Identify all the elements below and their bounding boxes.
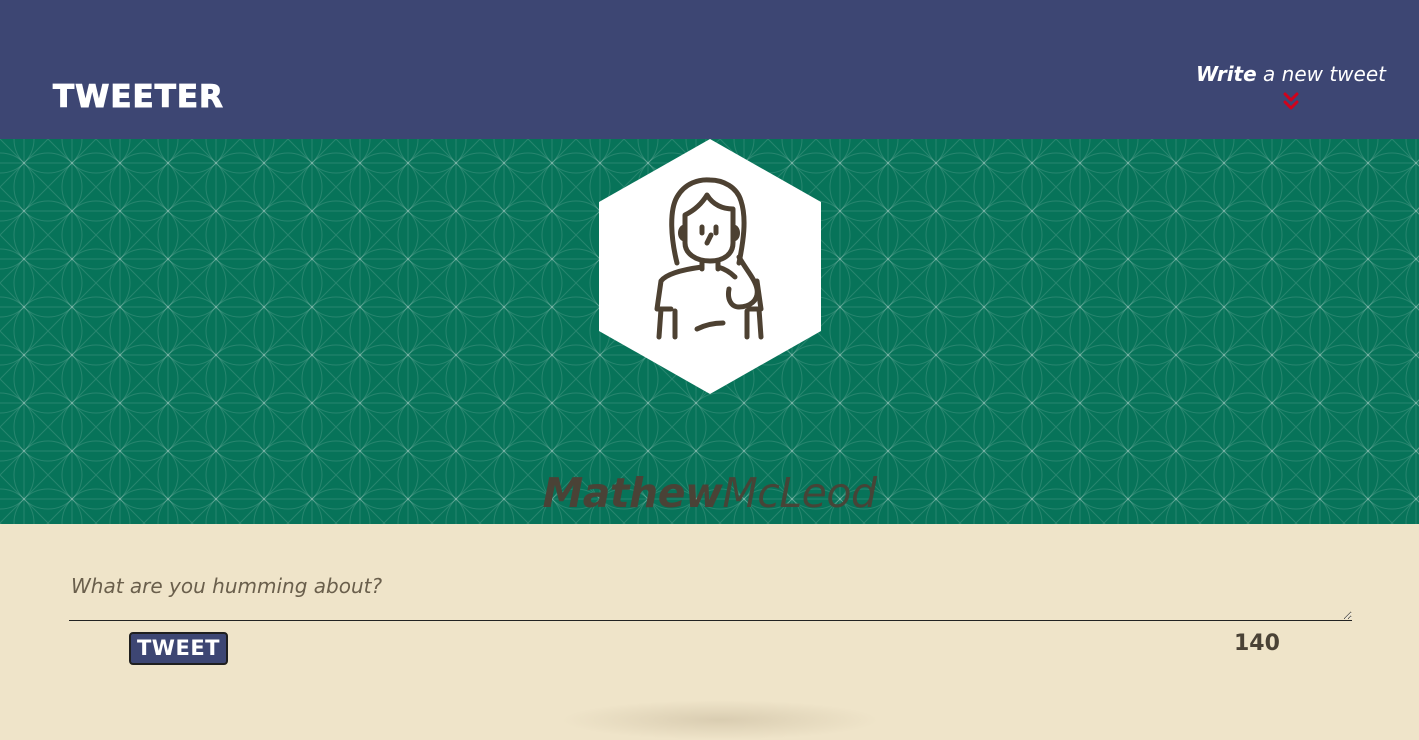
double-chevron-down-icon [1283, 92, 1299, 110]
brand-logo[interactable]: Tweeter [53, 81, 224, 113]
profile-last-name: McLeod [722, 469, 877, 517]
new-tweet-form: Tweet 140 [0, 524, 1419, 723]
profile-name: MathewMcLeod [0, 473, 1419, 514]
char-counter: 140 [1234, 631, 1280, 656]
tweet-submit-button[interactable]: Tweet [129, 632, 228, 665]
compose-toggle-button[interactable]: Write a new tweet [1196, 62, 1386, 110]
compose-toggle-strong: Write [1195, 62, 1257, 86]
top-nav: Tweeter Write a new tweet [0, 0, 1419, 139]
profile-banner: MathewMcLeod [0, 139, 1419, 524]
avatar [599, 139, 821, 394]
compose-toggle-text: a new tweet [1256, 62, 1386, 86]
tweet-card-shadow [560, 700, 880, 740]
profile-first-name: Mathew [542, 469, 723, 517]
tweet-textarea[interactable] [69, 566, 1352, 621]
